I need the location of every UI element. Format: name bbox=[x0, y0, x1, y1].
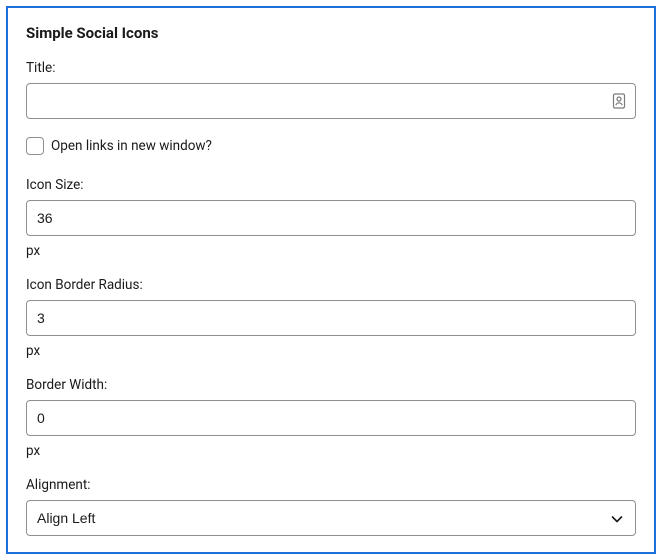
field-border-width: Border Width: px bbox=[26, 377, 636, 459]
field-title: Title: bbox=[26, 60, 636, 119]
new-window-checkbox[interactable] bbox=[26, 137, 44, 155]
border-width-label: Border Width: bbox=[26, 377, 636, 393]
new-window-label[interactable]: Open links in new window? bbox=[51, 138, 212, 154]
icon-size-unit: px bbox=[26, 243, 636, 259]
alignment-select[interactable]: Align Left bbox=[26, 500, 636, 536]
border-radius-label: Icon Border Radius: bbox=[26, 277, 636, 293]
border-width-unit: px bbox=[26, 443, 636, 459]
border-width-input[interactable] bbox=[26, 400, 636, 436]
alignment-label: Alignment: bbox=[26, 477, 636, 493]
field-icon-size: Icon Size: px bbox=[26, 177, 636, 259]
field-border-radius: Icon Border Radius: px bbox=[26, 277, 636, 359]
border-radius-input[interactable] bbox=[26, 300, 636, 336]
border-radius-unit: px bbox=[26, 343, 636, 359]
icon-size-label: Icon Size: bbox=[26, 177, 636, 193]
title-label: Title: bbox=[26, 60, 636, 76]
widget-panel: Simple Social Icons Title: Open links in… bbox=[6, 6, 656, 554]
widget-title: Simple Social Icons bbox=[26, 24, 636, 42]
title-input-wrap bbox=[26, 83, 636, 119]
field-new-window: Open links in new window? bbox=[26, 137, 636, 155]
title-input[interactable] bbox=[26, 83, 636, 119]
alignment-select-wrap: Align Left bbox=[26, 500, 636, 536]
icon-size-input[interactable] bbox=[26, 200, 636, 236]
field-alignment: Alignment: Align Left bbox=[26, 477, 636, 536]
